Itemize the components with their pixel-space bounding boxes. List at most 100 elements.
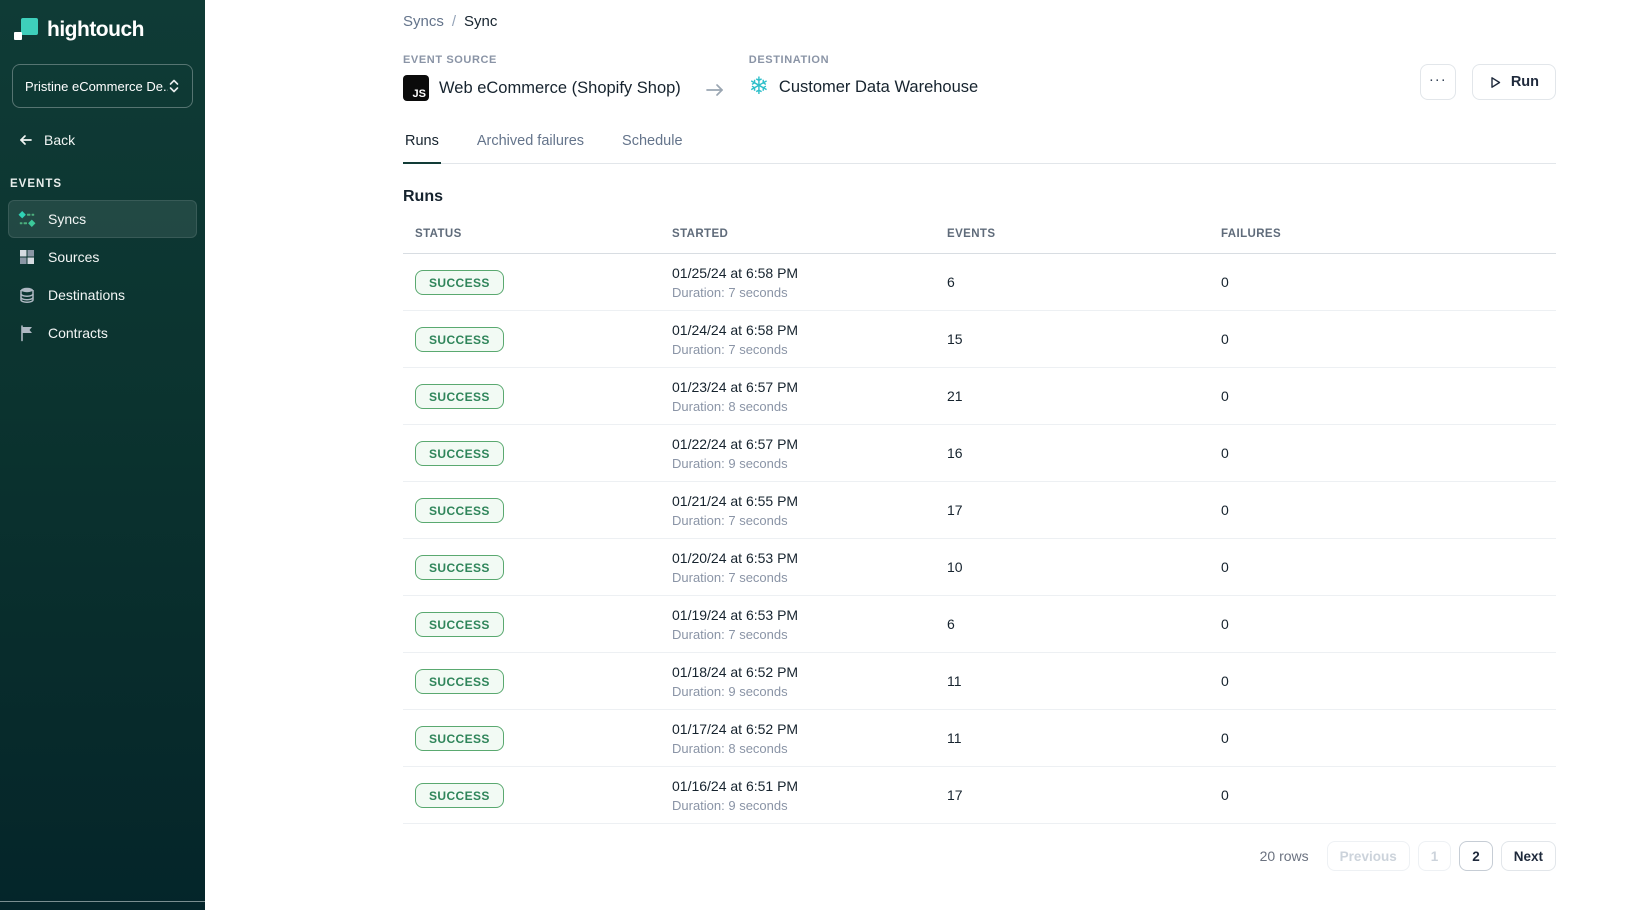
column-header-started: STARTED bbox=[672, 228, 947, 240]
sidebar-item-sources[interactable]: Sources bbox=[8, 238, 197, 276]
status-badge: SUCCESS bbox=[415, 441, 504, 466]
run-duration: Duration: 9 seconds bbox=[672, 798, 947, 813]
table-body: SUCCESS 01/25/24 at 6:58 PM Duration: 7 … bbox=[403, 254, 1556, 824]
event-source-name[interactable]: Web eCommerce (Shopify Shop) bbox=[439, 79, 681, 98]
status-badge: SUCCESS bbox=[415, 669, 504, 694]
table-row[interactable]: SUCCESS 01/25/24 at 6:58 PM Duration: 7 … bbox=[403, 254, 1556, 311]
run-events-count: 17 bbox=[947, 787, 1221, 803]
sidebar-item-label: Destinations bbox=[48, 287, 125, 303]
workspace-selector[interactable]: Pristine eCommerce De... bbox=[12, 64, 193, 108]
run-button[interactable]: Run bbox=[1472, 64, 1556, 100]
run-duration: Duration: 8 seconds bbox=[672, 741, 947, 756]
sidebar-item-contracts[interactable]: Contracts bbox=[8, 314, 197, 352]
table-row[interactable]: SUCCESS 01/16/24 at 6:51 PM Duration: 9 … bbox=[403, 767, 1556, 824]
run-duration: Duration: 7 seconds bbox=[672, 570, 947, 585]
play-icon bbox=[1489, 76, 1502, 89]
run-duration: Duration: 9 seconds bbox=[672, 456, 947, 471]
run-started-time: 01/24/24 at 6:58 PM bbox=[672, 322, 947, 338]
sync-header: EVENT SOURCE JS Web eCommerce (Shopify S… bbox=[403, 54, 1556, 101]
run-duration: Duration: 9 seconds bbox=[672, 684, 947, 699]
run-failures-count: 0 bbox=[1221, 331, 1556, 347]
table-row[interactable]: SUCCESS 01/19/24 at 6:53 PM Duration: 7 … bbox=[403, 596, 1556, 653]
run-failures-count: 0 bbox=[1221, 274, 1556, 290]
run-failures-count: 0 bbox=[1221, 559, 1556, 575]
sidebar-nav: Syncs Sources Destinations bbox=[0, 200, 205, 352]
event-source: EVENT SOURCE JS Web eCommerce (Shopify S… bbox=[403, 54, 681, 101]
breadcrumb-syncs-link[interactable]: Syncs bbox=[403, 13, 444, 30]
destination-name[interactable]: Customer Data Warehouse bbox=[779, 78, 978, 97]
sources-icon bbox=[18, 248, 36, 266]
run-events-count: 11 bbox=[947, 730, 1221, 746]
run-duration: Duration: 7 seconds bbox=[672, 285, 947, 300]
run-started-time: 01/16/24 at 6:51 PM bbox=[672, 778, 947, 794]
status-badge: SUCCESS bbox=[415, 384, 504, 409]
sidebar-item-syncs[interactable]: Syncs bbox=[8, 200, 197, 238]
breadcrumb-separator: / bbox=[452, 13, 456, 30]
sidebar-item-destinations[interactable]: Destinations bbox=[8, 276, 197, 314]
run-failures-count: 0 bbox=[1221, 502, 1556, 518]
runs-section-title: Runs bbox=[403, 188, 1556, 206]
status-badge: SUCCESS bbox=[415, 783, 504, 808]
previous-page-button[interactable]: Previous bbox=[1327, 841, 1410, 871]
destinations-icon bbox=[18, 286, 36, 304]
sidebar-item-label: Contracts bbox=[48, 325, 108, 341]
status-badge: SUCCESS bbox=[415, 498, 504, 523]
run-failures-count: 0 bbox=[1221, 673, 1556, 689]
run-events-count: 11 bbox=[947, 673, 1221, 689]
hightouch-logo-icon bbox=[14, 18, 38, 42]
arrow-left-icon bbox=[18, 132, 34, 148]
run-duration: Duration: 7 seconds bbox=[672, 513, 947, 528]
run-failures-count: 0 bbox=[1221, 445, 1556, 461]
events-section-label: EVENTS bbox=[10, 178, 205, 190]
back-label: Back bbox=[44, 132, 75, 148]
run-events-count: 10 bbox=[947, 559, 1221, 575]
column-header-failures: FAILURES bbox=[1221, 228, 1556, 240]
run-failures-count: 0 bbox=[1221, 388, 1556, 404]
tab-schedule[interactable]: Schedule bbox=[620, 127, 684, 164]
back-button[interactable]: Back bbox=[18, 132, 205, 148]
status-badge: SUCCESS bbox=[415, 612, 504, 637]
table-row[interactable]: SUCCESS 01/21/24 at 6:55 PM Duration: 7 … bbox=[403, 482, 1556, 539]
destination-label: DESTINATION bbox=[749, 54, 978, 66]
syncs-icon bbox=[18, 210, 36, 228]
run-started-time: 01/20/24 at 6:53 PM bbox=[672, 550, 947, 566]
table-row[interactable]: SUCCESS 01/17/24 at 6:52 PM Duration: 8 … bbox=[403, 710, 1556, 767]
table-row[interactable]: SUCCESS 01/24/24 at 6:58 PM Duration: 7 … bbox=[403, 311, 1556, 368]
run-started-time: 01/19/24 at 6:53 PM bbox=[672, 607, 947, 623]
tab-runs[interactable]: Runs bbox=[403, 127, 441, 164]
status-badge: SUCCESS bbox=[415, 327, 504, 352]
tab-bar: Runs Archived failures Schedule bbox=[403, 127, 1556, 164]
pagination: 20 rows Previous 1 2 Next bbox=[403, 841, 1556, 871]
run-started-time: 01/17/24 at 6:52 PM bbox=[672, 721, 947, 737]
run-events-count: 6 bbox=[947, 616, 1221, 632]
breadcrumb: Syncs / Sync bbox=[403, 0, 1556, 30]
run-failures-count: 0 bbox=[1221, 616, 1556, 632]
tab-archived-failures[interactable]: Archived failures bbox=[475, 127, 586, 164]
sidebar: hightouch Pristine eCommerce De... Back … bbox=[0, 0, 205, 910]
run-failures-count: 0 bbox=[1221, 787, 1556, 803]
hightouch-logo: hightouch bbox=[0, 0, 205, 56]
table-row[interactable]: SUCCESS 01/18/24 at 6:52 PM Duration: 9 … bbox=[403, 653, 1556, 710]
snowflake-icon: ❄ bbox=[749, 75, 769, 99]
more-options-button[interactable]: ··· bbox=[1420, 64, 1456, 100]
run-failures-count: 0 bbox=[1221, 730, 1556, 746]
sync-flow: EVENT SOURCE JS Web eCommerce (Shopify S… bbox=[403, 54, 978, 101]
next-page-button[interactable]: Next bbox=[1501, 841, 1556, 871]
page-2-button[interactable]: 2 bbox=[1459, 841, 1493, 871]
table-row[interactable]: SUCCESS 01/23/24 at 6:57 PM Duration: 8 … bbox=[403, 368, 1556, 425]
page-1-button[interactable]: 1 bbox=[1418, 841, 1452, 871]
column-header-status: STATUS bbox=[403, 228, 672, 240]
run-events-count: 16 bbox=[947, 445, 1221, 461]
status-badge: SUCCESS bbox=[415, 270, 504, 295]
run-started-time: 01/21/24 at 6:55 PM bbox=[672, 493, 947, 509]
run-button-label: Run bbox=[1511, 74, 1539, 90]
table-row[interactable]: SUCCESS 01/20/24 at 6:53 PM Duration: 7 … bbox=[403, 539, 1556, 596]
runs-table: STATUS STARTED EVENTS FAILURES SUCCESS 0… bbox=[403, 228, 1556, 824]
run-started-time: 01/18/24 at 6:52 PM bbox=[672, 664, 947, 680]
table-row[interactable]: SUCCESS 01/22/24 at 6:57 PM Duration: 9 … bbox=[403, 425, 1556, 482]
event-source-label: EVENT SOURCE bbox=[403, 54, 681, 66]
sidebar-item-label: Sources bbox=[48, 249, 99, 265]
rows-count-label: 20 rows bbox=[1260, 848, 1309, 864]
workspace-name: Pristine eCommerce De... bbox=[25, 79, 168, 94]
run-duration: Duration: 7 seconds bbox=[672, 627, 947, 642]
